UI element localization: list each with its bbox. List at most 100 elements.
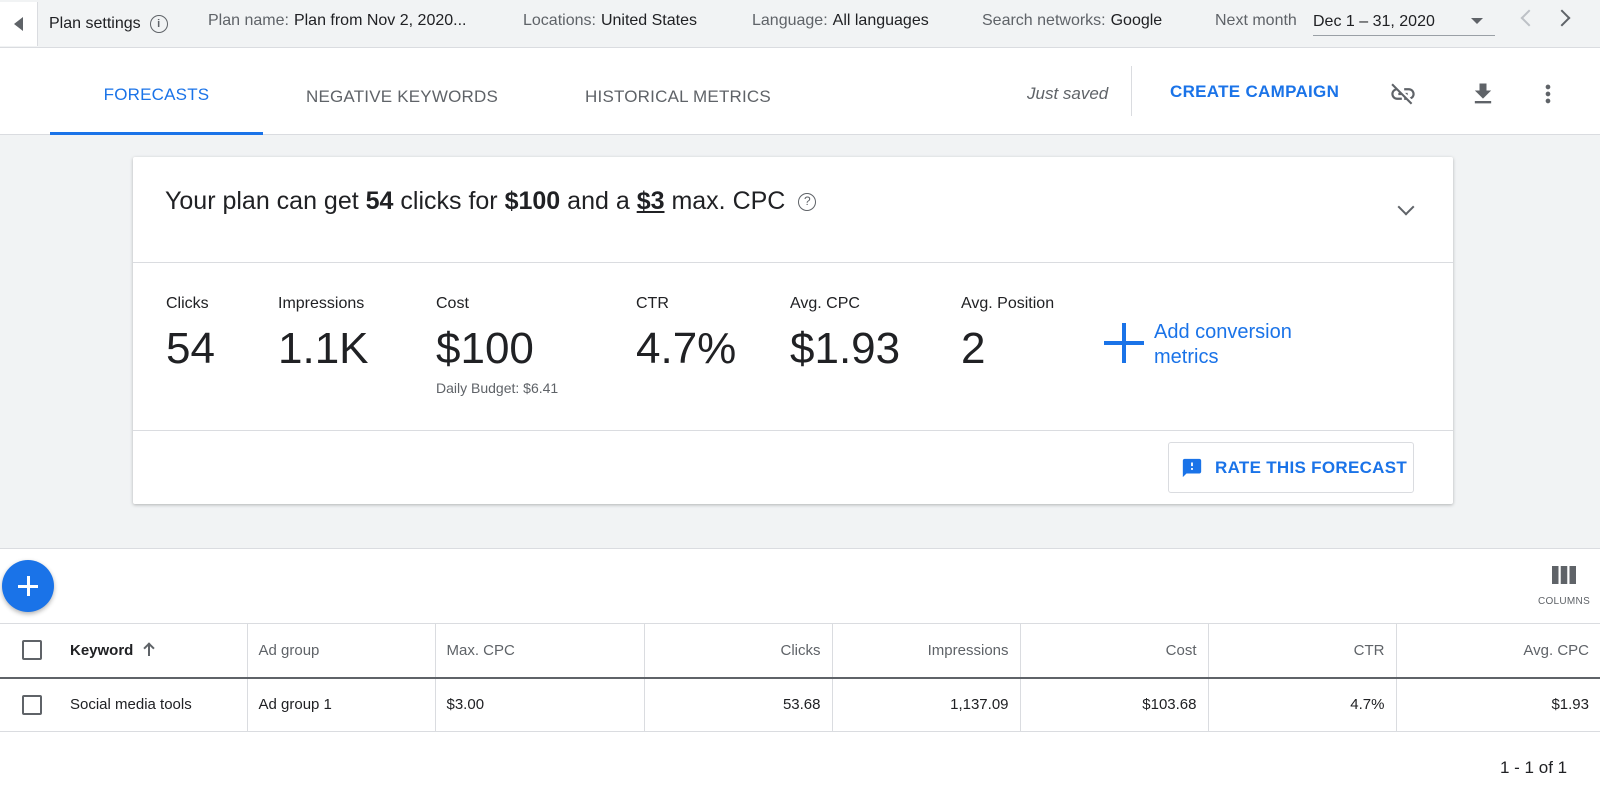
cell-avg-cpc: $1.93 [1396,677,1600,732]
summary-prefix: Your plan can get [165,187,359,215]
add-conversion-metrics-button[interactable]: Add conversion metrics [1104,320,1344,370]
summary-budget[interactable]: $100 [505,187,561,215]
metric-clicks: Clicks 54 [166,295,215,374]
header-avg-cpc[interactable]: Avg. CPC [1396,623,1600,679]
help-icon[interactable]: ? [798,193,817,211]
add-conversion-label: Add conversion metrics [1154,321,1292,368]
cell-cost: $103.68 [1020,677,1209,732]
collapse-panel-button[interactable] [0,1,38,46]
header-keyword[interactable]: Keyword [59,623,248,679]
tab-forecasts[interactable]: FORECASTS [50,48,263,135]
row-checkbox[interactable] [22,694,42,715]
search-networks-label: Search networks: [982,12,1106,29]
metric-label: Avg. Position [961,295,1055,312]
tab-bar: FORECASTS NEGATIVE KEYWORDS HISTORICAL M… [0,48,1600,135]
metric-value: $1.93 [790,324,901,373]
language-setting[interactable]: Language: All languages [752,12,929,30]
summary-suffix: max. CPC [671,187,786,215]
metric-label: Impressions [278,295,365,312]
cell-ad-group[interactable]: Ad group 1 [247,677,436,732]
card-divider [133,262,1453,263]
plus-icon [18,576,38,596]
row-select-cell [0,677,59,732]
metric-label: Cost [436,295,469,312]
summary-mid: clicks for [400,187,498,215]
metric-label: CTR [636,295,669,312]
header-impressions[interactable]: Impressions [832,623,1021,679]
expand-chevron-icon[interactable] [1397,198,1415,216]
chevron-down-icon [1471,18,1483,24]
search-networks-value: Google [1110,12,1163,29]
pagination-info: 1 - 1 of 1 [1500,758,1568,777]
select-all-cell [0,623,59,679]
summary-and: and a [567,187,630,215]
rate-forecast-label: RATE THIS FORECAST [1215,457,1408,477]
plan-name-label: Plan name: [208,12,289,29]
select-all-checkbox[interactable] [22,640,42,661]
columns-label: COLUMNS [1537,596,1591,607]
info-icon[interactable]: i [149,14,168,33]
rate-forecast-button[interactable]: RATE THIS FORECAST [1168,442,1414,493]
plan-settings-label: Plan settings [49,14,141,32]
locations-setting[interactable]: Locations: United States [523,12,697,30]
header-ctr[interactable]: CTR [1208,623,1397,679]
metric-value: 4.7% [636,324,737,373]
tab-historical-metrics[interactable]: HISTORICAL METRICS [576,48,780,135]
date-range-dropdown[interactable]: Dec 1 – 31, 2020 [1313,8,1495,36]
tab-negative-keywords[interactable]: NEGATIVE KEYWORDS [294,48,510,135]
chevron-left-icon[interactable] [1520,9,1538,27]
date-range-value: Dec 1 – 31, 2020 [1313,12,1435,30]
metric-cost: Cost $100 Daily Budget: $6.41 [436,295,558,396]
back-arrow-icon [14,16,23,31]
cell-ctr: 4.7% [1208,677,1397,732]
more-vert-icon[interactable] [1534,80,1562,108]
create-campaign-button[interactable]: CREATE CAMPAIGN [1170,82,1339,102]
metric-label: Clicks [166,295,209,312]
plan-name-setting[interactable]: Plan name: Plan from Nov 2, 2020... [208,12,466,30]
cell-keyword[interactable]: Social media tools [59,677,248,732]
metric-avg-cpc: Avg. CPC $1.93 [790,295,900,374]
forecast-summary: Your plan can get 54 clicks for $100 and… [165,187,817,216]
locations-value: United States [600,12,697,29]
metric-avg-position: Avg. Position 2 [961,295,1054,374]
header-keyword-label: Keyword [70,641,134,659]
unlink-icon[interactable] [1389,80,1417,108]
metric-ctr: CTR 4.7% [636,295,736,374]
table-header-row: Keyword Ad group Max. CPC Clicks Impress… [0,623,1600,679]
forecast-card: Your plan can get 54 clicks for $100 and… [133,157,1453,504]
plan-settings[interactable]: Plan settings i [49,14,168,33]
header-max-cpc[interactable]: Max. CPC [435,623,645,679]
metric-value: $100 [436,324,534,373]
language-label: Language: [752,12,828,29]
header-clicks[interactable]: Clicks [644,623,833,679]
summary-max-cpc[interactable]: $3 [637,187,665,215]
chevron-right-icon[interactable] [1553,9,1571,27]
search-networks-setting[interactable]: Search networks: Google [982,12,1162,30]
plus-icon [1104,323,1144,363]
add-keyword-button[interactable] [2,560,54,612]
save-status: Just saved [1027,84,1109,103]
language-value: All languages [832,12,929,29]
divider [1131,66,1132,116]
plan-name-value: Plan from Nov 2, 2020... [293,12,467,29]
cell-impressions: 1,137.09 [832,677,1021,732]
table-row[interactable]: Social media tools Ad group 1 $3.00 53.6… [0,677,1600,732]
download-icon[interactable] [1469,80,1497,108]
header-cost[interactable]: Cost [1020,623,1209,679]
locations-label: Locations: [523,12,596,29]
cell-max-cpc[interactable]: $3.00 [435,677,645,732]
sort-arrow-up-icon [143,642,155,656]
columns-button[interactable]: COLUMNS [1532,565,1596,607]
header-ad-group[interactable]: Ad group [247,623,436,679]
keyword-table-section: COLUMNS Keyword Ad group Max. CPC Clicks… [0,548,1600,789]
card-divider [133,430,1453,431]
metric-value: 2 [961,324,986,373]
period-label: Next month [1215,12,1297,29]
metric-value: 54 [166,324,215,373]
keyword-table: Keyword Ad group Max. CPC Clicks Impress… [0,623,1600,732]
metric-label: Avg. CPC [790,295,860,312]
summary-clicks: 54 [365,187,394,215]
plan-settings-bar: Plan settings i Plan name: Plan from Nov… [0,0,1600,48]
metric-impressions: Impressions 1.1K [278,295,369,374]
metric-value: 1.1K [278,324,369,373]
